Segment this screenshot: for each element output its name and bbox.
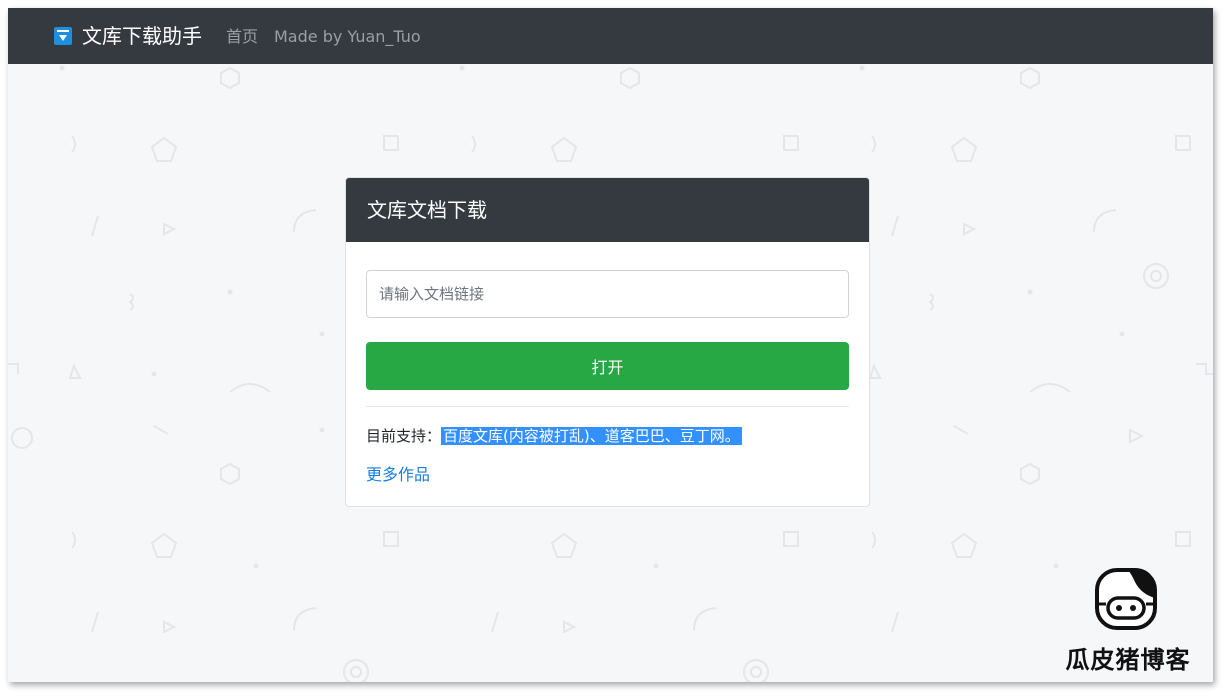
nav-link-made-by[interactable]: Made by Yuan_Tuo bbox=[274, 26, 421, 48]
open-button[interactable]: 打开 bbox=[366, 342, 849, 390]
top-navbar: 文库下载助手 首页 Made by Yuan_Tuo bbox=[8, 8, 1213, 64]
nav-link-home[interactable]: 首页 bbox=[226, 26, 258, 48]
pig-logo-icon bbox=[1095, 568, 1157, 630]
supported-sites-selected: 百度文库(内容被打乱)、道客巴巴、豆丁网。 bbox=[441, 427, 742, 445]
support-prefix: 目前支持： bbox=[366, 427, 442, 445]
blog-watermark: 瓜皮猪博客 bbox=[1058, 568, 1198, 678]
brand-title[interactable]: 文库下载助手 bbox=[82, 23, 202, 49]
watermark-text: 瓜皮猪博客 bbox=[1065, 646, 1191, 674]
divider bbox=[366, 406, 849, 407]
support-text: 目前支持： 百度文库(内容被打乱)、道客巴巴、豆丁网。 bbox=[366, 425, 742, 447]
more-works-link[interactable]: 更多作品 bbox=[366, 464, 430, 486]
document-link-input[interactable] bbox=[366, 270, 849, 318]
download-box-icon[interactable] bbox=[54, 27, 72, 45]
download-card: 文库文档下载 打开 目前支持：百度文库(内容被打乱)、道客巴巴、豆丁网。 更多作… bbox=[345, 177, 870, 507]
card-title: 文库文档下载 bbox=[346, 178, 869, 242]
browser-window: 文库下载助手 首页 Made by Yuan_Tuo 文库文档下载 打开 目前支… bbox=[8, 8, 1213, 682]
